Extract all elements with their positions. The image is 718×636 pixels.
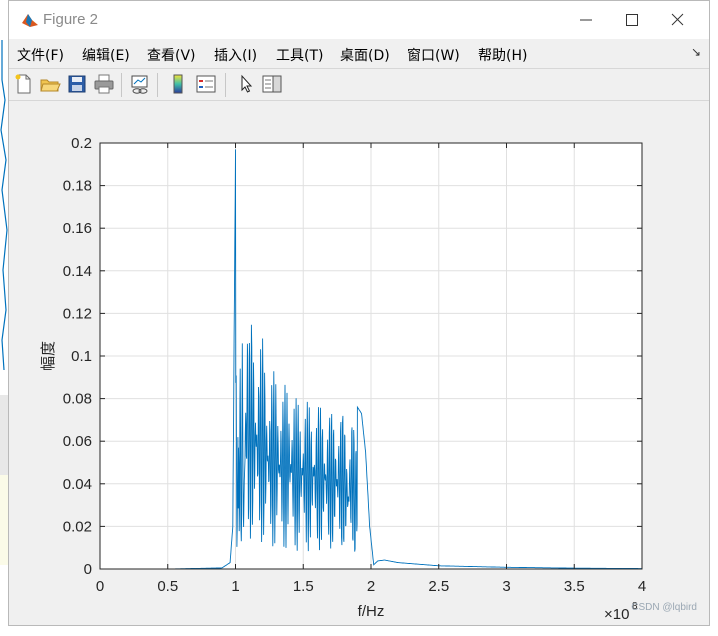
x-tick-label: 3.5 [564, 578, 585, 595]
maximize-button[interactable] [609, 5, 655, 35]
x-tick-label: 1.5 [293, 578, 314, 595]
menu-edit[interactable]: 编辑(E) [82, 45, 130, 65]
save-disk-icon[interactable] [66, 73, 88, 95]
x-tick-label: 2 [367, 578, 375, 595]
toolbar-separator [157, 73, 158, 97]
menu-window[interactable]: 窗口(W) [407, 45, 460, 65]
y-tick-label: 0.12 [63, 305, 92, 322]
y-tick-label: 0.02 [63, 518, 92, 535]
menu-view[interactable]: 查看(V) [147, 45, 196, 65]
matlab-logo-icon [21, 11, 39, 29]
watermark-text: CSDN @lqbird [631, 602, 697, 613]
printer-icon[interactable] [93, 73, 115, 95]
y-tick-label: 0.06 [63, 433, 92, 450]
menu-bar: 文件(F) 编辑(E) 查看(V) 插入(I) 工具(T) 桌面(D) 窗口(W… [9, 39, 709, 69]
new-file-icon[interactable] [13, 73, 35, 95]
x-tick-label: 1 [231, 578, 239, 595]
y-tick-label: 0.16 [63, 220, 92, 237]
y-tick-label: 0.08 [63, 391, 92, 408]
spectrum-chart[interactable]: 0 0.5 1 1.5 2 2.5 3 3.5 4 0 0.02 0.04 0.06 0.08 0.1 0.1… [9, 101, 709, 625]
figure-toolbar [9, 69, 709, 101]
menu-desktop[interactable]: 桌面(D) [340, 45, 390, 65]
x-tick-label: 0.5 [157, 578, 178, 595]
close-button[interactable] [655, 5, 701, 35]
x-tick-label: 3 [502, 578, 510, 595]
toolbar-separator [225, 73, 226, 97]
menu-insert[interactable]: 插入(I) [214, 45, 257, 65]
pointer-arrow-icon[interactable] [235, 73, 257, 95]
y-tick-label: 0.04 [63, 476, 92, 493]
link-plot-icon[interactable] [129, 73, 151, 95]
y-tick-label: 0.2 [71, 135, 92, 152]
y-tick-label: 0.14 [63, 263, 92, 280]
y-tick-label: 0 [84, 561, 92, 578]
window-title: Figure 2 [43, 11, 99, 28]
figure-canvas: 0 0.5 1 1.5 2 2.5 3 3.5 4 0 0.02 0.04 0.06 0.08 0.1 0.1… [9, 101, 709, 625]
legend-icon[interactable] [195, 73, 217, 95]
folder-open-icon[interactable] [39, 73, 61, 95]
toolbar-separator [121, 73, 122, 97]
property-panel-icon[interactable] [261, 73, 283, 95]
x-exponent-label: ×10 [604, 606, 629, 623]
menu-help[interactable]: 帮助(H) [478, 45, 527, 65]
x-axis-label: f/Hz [358, 603, 385, 620]
minimize-button[interactable] [563, 5, 609, 35]
y-axis-label: 幅度 [40, 341, 57, 371]
figure-window: Figure 2 文件(F) 编辑(E) 查看(V) 插入(I) 工具(T) 桌… [8, 0, 710, 626]
menu-file[interactable]: 文件(F) [17, 45, 64, 65]
colorbar-icon[interactable] [167, 73, 189, 95]
y-tick-label: 0.18 [63, 178, 92, 195]
menu-tools[interactable]: 工具(T) [276, 45, 323, 65]
x-tick-label: 4 [638, 578, 646, 595]
x-tick-label: 2.5 [428, 578, 449, 595]
x-tick-label: 0 [96, 578, 104, 595]
y-tick-label: 0.1 [71, 348, 92, 365]
title-bar[interactable]: Figure 2 [9, 1, 709, 39]
dock-arrow-icon[interactable]: ↘ [691, 45, 701, 59]
